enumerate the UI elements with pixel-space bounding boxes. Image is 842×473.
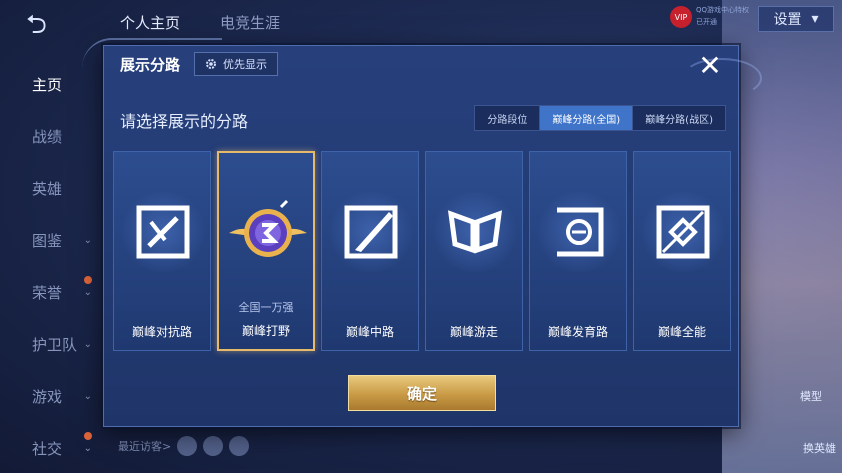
sidebar-item-label: 主页	[32, 75, 63, 94]
avatar[interactable]	[177, 436, 198, 456]
change-hero-button[interactable]: 换英雄	[803, 440, 836, 456]
lane-card-jungle[interactable]: 全国一万强 巅峰打野	[217, 151, 315, 351]
sidebar-item-label: 荣誉	[32, 283, 63, 302]
sidebar-item-codex[interactable]: 图鉴 ⌄	[0, 214, 100, 266]
vip-text: QQ游戏中心特权 已开通	[696, 6, 750, 26]
chevron-down-icon: ⌄	[83, 390, 92, 402]
sidebar-item-label: 护卫队	[32, 335, 78, 354]
chevron-down-icon: ⌄	[83, 442, 92, 454]
settings-label: 设置	[773, 12, 802, 28]
sidebar-item-guard[interactable]: 护卫队 ⌄	[0, 318, 100, 370]
lane-card-label: 巅峰对抗路	[131, 325, 192, 339]
lane-card-label: 巅峰中路	[345, 325, 394, 339]
lane-display-dialog: 展示分路 优先显示 ✕ 请选择展示的分路 分路段位 巅峰分路(全国) 巅峰分路(…	[82, 38, 762, 427]
change-hero-label: 换英雄	[803, 442, 836, 455]
gear-icon	[206, 59, 216, 69]
lane-card-top[interactable]: 巅峰对抗路	[113, 151, 211, 351]
jungle-emblem-icon	[229, 199, 307, 257]
back-icon[interactable]: ⮌	[26, 12, 70, 38]
recent-visitors-label: 最近访客>	[118, 440, 172, 453]
sidebar-item-label: 英雄	[32, 179, 63, 198]
avatar[interactable]	[203, 436, 224, 456]
priority-display-button[interactable]: 优先显示	[194, 52, 278, 76]
recent-visitors[interactable]: 最近访客>	[118, 436, 250, 456]
tab-peak-lane-region[interactable]: 巅峰分路(战区)	[633, 106, 725, 130]
target-lane-icon	[557, 207, 604, 257]
lane-card-mid[interactable]: 巅峰中路	[321, 151, 419, 351]
dialog-title: 展示分路	[120, 56, 181, 74]
chevron-down-icon: ⌄	[83, 234, 92, 246]
confirm-button[interactable]: 确定	[348, 375, 496, 411]
lane-cards: 巅峰对抗路 全国一万强 巅峰打野 巅峰中路 巅峰游走 巅峰发育路 巅峰全能	[113, 151, 731, 351]
model-label: 模型	[800, 390, 822, 403]
lane-card-support[interactable]: 巅峰游走	[425, 151, 523, 351]
diamond-lane-icon	[656, 205, 710, 259]
notification-dot	[84, 276, 92, 284]
notification-dot	[84, 432, 92, 440]
lane-card-label: 巅峰发育路	[547, 325, 608, 339]
lane-card-label: 巅峰全能	[657, 325, 706, 339]
sidebar: 主页 战绩 英雄 图鉴 ⌄ 荣誉 ⌄ 护卫队 ⌄ 游戏 ⌄ 社交 ⌄	[0, 58, 100, 473]
slash-lane-icon	[344, 205, 398, 259]
close-icon[interactable]: ✕	[696, 52, 724, 80]
sidebar-item-label: 图鉴	[32, 231, 63, 250]
crossed-swords-icon	[136, 205, 190, 259]
lane-card-rank-text: 全国一万强	[238, 301, 294, 314]
sidebar-item-label: 游戏	[32, 387, 63, 406]
lane-card-label: 巅峰游走	[449, 325, 498, 339]
wings-icon	[447, 210, 503, 254]
lane-card-allround[interactable]: 巅峰全能	[633, 151, 731, 351]
sidebar-item-game[interactable]: 游戏 ⌄	[0, 370, 100, 422]
sidebar-item-social[interactable]: 社交 ⌄	[0, 422, 100, 473]
avatar[interactable]	[229, 436, 250, 456]
lane-mode-tabs: 分路段位 巅峰分路(全国) 巅峰分路(战区)	[474, 105, 726, 131]
sidebar-item-label: 社交	[32, 439, 63, 458]
chevron-down-icon: ▾	[811, 11, 819, 27]
priority-display-label: 优先显示	[223, 58, 267, 71]
dialog-subtitle: 请选择展示的分路	[120, 112, 249, 131]
sidebar-item-label: 战绩	[32, 127, 63, 146]
tab-profile[interactable]: 个人主页	[120, 12, 180, 33]
tab-peak-lane-national[interactable]: 巅峰分路(全国)	[540, 106, 634, 130]
top-tabs: 个人主页 电竞生涯	[120, 12, 280, 33]
lane-card-farm[interactable]: 巅峰发育路	[529, 151, 627, 351]
sidebar-item-record[interactable]: 战绩	[0, 110, 100, 162]
tab-lane-rank[interactable]: 分路段位	[475, 106, 541, 130]
settings-button[interactable]: 设置 ▾	[758, 6, 834, 32]
lane-card-label: 巅峰打野	[241, 324, 290, 338]
sidebar-item-honor[interactable]: 荣誉 ⌄	[0, 266, 100, 318]
vip-badge[interactable]: VIP	[670, 6, 692, 28]
sidebar-item-heroes[interactable]: 英雄	[0, 162, 100, 214]
tab-esports[interactable]: 电竞生涯	[220, 12, 280, 33]
model-button[interactable]: 模型	[800, 388, 822, 404]
chevron-down-icon: ⌄	[83, 286, 92, 298]
chevron-down-icon: ⌄	[83, 338, 92, 350]
